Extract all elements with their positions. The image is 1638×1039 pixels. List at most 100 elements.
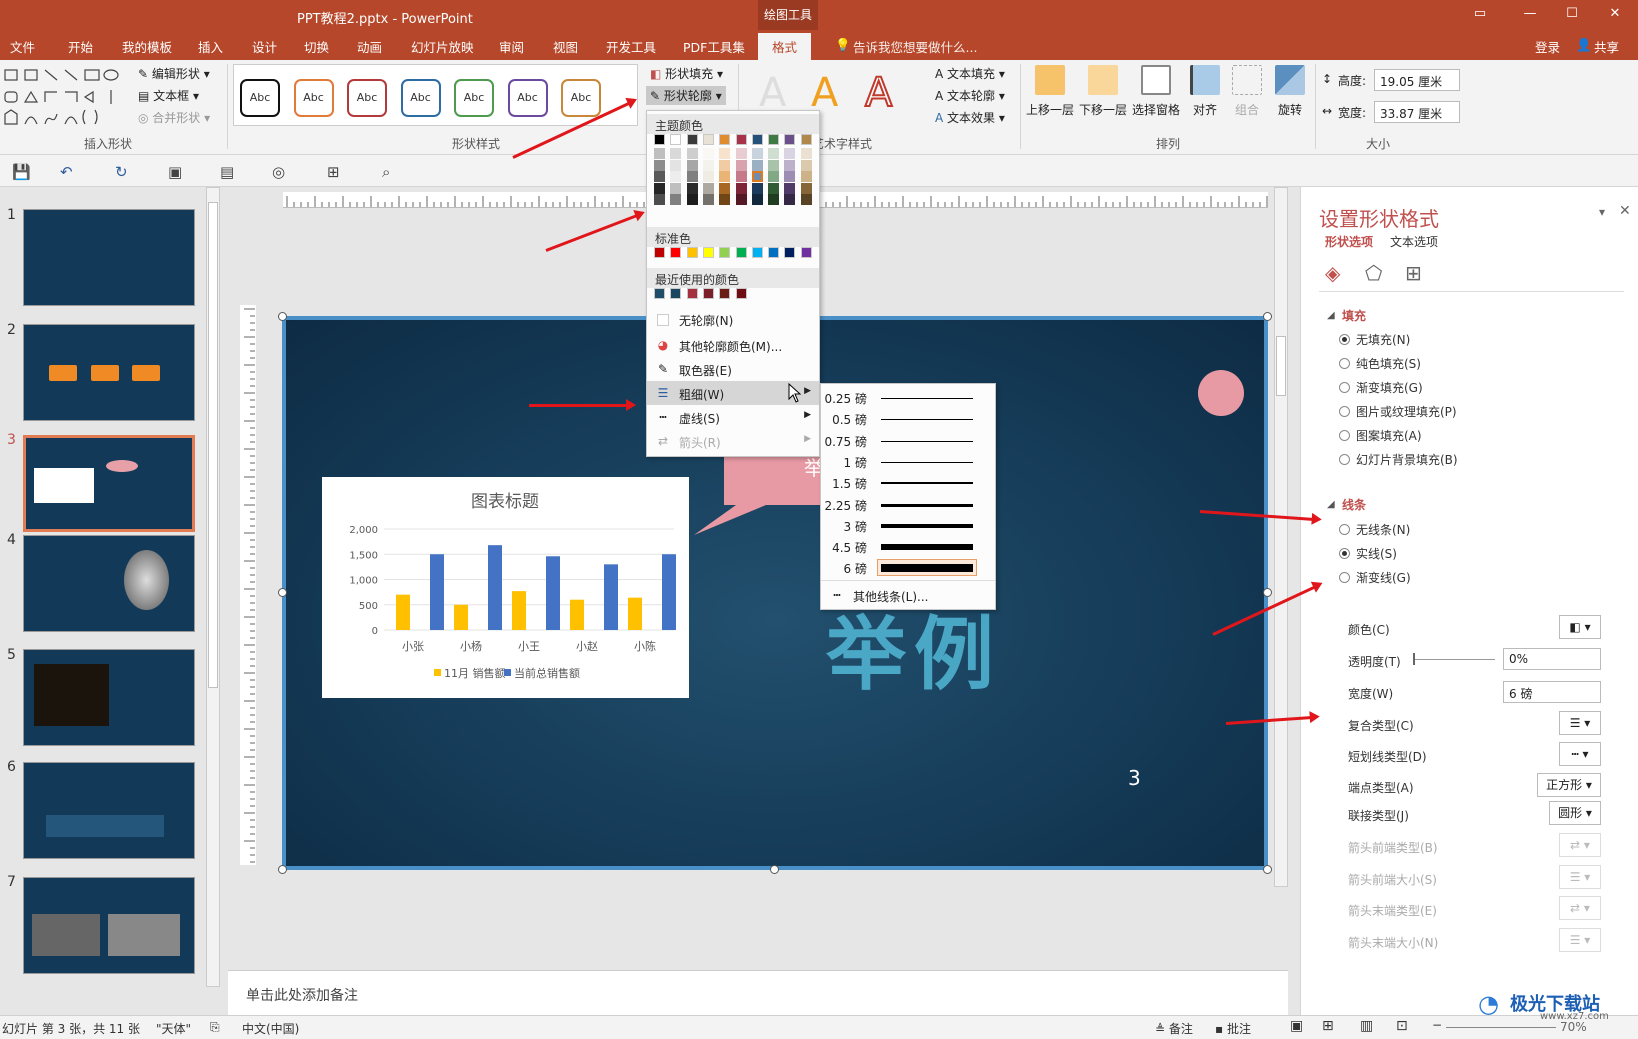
style-sample-box[interactable]: Abc (507, 79, 548, 117)
pane-options-icon[interactable]: ▾ (1599, 205, 1605, 219)
theme-color-swatch[interactable] (654, 171, 665, 182)
fill-line-icon[interactable]: ◈ (1325, 261, 1340, 285)
style-sample-box[interactable]: Abc (454, 79, 494, 117)
tab-file[interactable]: 文件 (10, 37, 35, 56)
more-lines-item[interactable]: ┅ 其他线条(L)... (821, 583, 993, 607)
theme-color-swatch[interactable] (800, 148, 812, 159)
theme-color-swatch[interactable] (670, 134, 682, 145)
ribbon-display-icon[interactable]: ▭ (1470, 6, 1490, 22)
theme-color-swatch[interactable] (654, 134, 665, 145)
resize-handle[interactable] (1263, 312, 1272, 321)
weight-option[interactable]: 0.75 磅 (821, 430, 995, 452)
resize-handle[interactable] (278, 865, 287, 874)
zoom-slider[interactable] (1446, 1027, 1556, 1028)
send-backward-button[interactable]: 下移一层 (1078, 65, 1128, 118)
resize-handle[interactable] (770, 865, 779, 874)
theme-color-swatch[interactable] (800, 182, 812, 194)
tab-transitions[interactable]: 切换 (304, 37, 329, 56)
line-collapse-icon[interactable]: ◢ (1327, 499, 1335, 510)
more-outline-colors-item[interactable]: ◕ 其他轮廓颜色(M)... (647, 333, 819, 357)
fill-option-radio[interactable]: 纯色填充(S) (1339, 355, 1421, 372)
standard-color-swatch[interactable] (768, 247, 780, 258)
theme-color-swatch[interactable] (768, 134, 780, 145)
weight-option[interactable]: 0.5 磅 (821, 408, 995, 430)
layout-icon[interactable]: ▤ (220, 163, 234, 181)
theme-color-swatch[interactable] (751, 134, 763, 145)
share-button[interactable]: 共享 (1594, 37, 1619, 56)
tab-insert[interactable]: 插入 (198, 37, 223, 56)
line-color-picker[interactable]: ◧ ▾ (1559, 615, 1601, 639)
standard-color-swatch[interactable] (670, 247, 682, 258)
start-show-icon[interactable]: ⊞ (327, 163, 340, 181)
line-header[interactable]: 线条 (1342, 496, 1366, 513)
slide-thumb-6[interactable] (23, 762, 195, 859)
theme-color-swatch[interactable] (768, 171, 780, 182)
theme-color-swatch[interactable] (686, 194, 698, 205)
editor-scrollbar[interactable] (1274, 187, 1288, 887)
recent-color-swatch[interactable] (735, 288, 747, 299)
tab-slideshow[interactable]: 幻灯片放映 (411, 37, 474, 56)
theme-color-swatch[interactable] (784, 159, 796, 171)
theme-color-swatch[interactable] (784, 148, 796, 159)
theme-color-swatch[interactable] (686, 171, 698, 182)
tab-design[interactable]: 设计 (252, 37, 277, 56)
standard-color-swatch[interactable] (686, 247, 698, 258)
compound-type-dropdown[interactable]: ☰ ▾ (1559, 711, 1601, 735)
bring-forward-button[interactable]: 上移一层 (1025, 65, 1075, 118)
theme-color-swatch[interactable] (735, 148, 747, 159)
language[interactable]: 中文(中国) (242, 1020, 299, 1037)
theme-color-swatch[interactable] (686, 159, 698, 171)
login-link[interactable]: 登录 (1535, 37, 1560, 56)
theme-color-swatch[interactable] (686, 182, 698, 194)
standard-color-swatch[interactable] (702, 247, 714, 258)
recent-color-swatch[interactable] (670, 288, 682, 299)
theme-color-swatch[interactable] (784, 171, 796, 182)
weight-option[interactable]: 0.25 磅 (821, 387, 995, 409)
join-type-dropdown[interactable]: 圆形 ▾ (1549, 801, 1601, 825)
wordart-style-red-outline[interactable]: A (864, 69, 893, 117)
text-effect-button[interactable]: A 文本效果 ▾ (935, 109, 1005, 126)
tab-pdf-tools[interactable]: PDF工具集 (683, 37, 745, 56)
theme-color-swatch[interactable] (768, 182, 780, 194)
weight-option[interactable]: 1.5 磅 (821, 472, 995, 494)
zoom-level[interactable]: 70% (1560, 1020, 1587, 1034)
line-option-radio[interactable]: 渐变线(G) (1339, 569, 1411, 586)
theme-color-swatch[interactable] (784, 134, 796, 145)
theme-color-swatch[interactable] (686, 148, 698, 159)
weight-option[interactable]: 1 磅 (821, 451, 995, 473)
tell-me-input[interactable]: 告诉我您想要做什么... (853, 37, 977, 56)
theme-color-swatch[interactable] (702, 134, 714, 145)
resize-handle[interactable] (278, 588, 287, 597)
fill-option-radio[interactable]: 无填充(N) (1339, 331, 1410, 348)
height-input[interactable]: 19.05 厘米 (1374, 69, 1460, 91)
theme-color-swatch[interactable] (719, 159, 731, 171)
theme-color-swatch[interactable] (751, 182, 763, 194)
theme-color-swatch[interactable] (670, 159, 682, 171)
tab-review[interactable]: 审阅 (499, 37, 524, 56)
minimize-button[interactable]: — (1520, 6, 1540, 22)
theme-color-swatch[interactable] (784, 194, 796, 205)
dash-type-dropdown[interactable]: ┅ ▾ (1559, 742, 1601, 766)
theme-color-swatch[interactable] (800, 171, 812, 182)
maximize-button[interactable]: ☐ (1562, 6, 1582, 22)
textbox-button[interactable]: ▤ 文本框 ▾ (138, 87, 199, 104)
fill-collapse-icon[interactable]: ◢ (1327, 310, 1335, 321)
weight-option[interactable]: 6 磅 (821, 557, 995, 579)
slide-thumb-7[interactable] (23, 877, 195, 974)
tab-view[interactable]: 视图 (553, 37, 578, 56)
theme-color-swatch[interactable] (670, 148, 682, 159)
tab-animations[interactable]: 动画 (357, 37, 382, 56)
notes-pane[interactable]: 单击此处添加备注 (228, 970, 1288, 1015)
editor-scrollbar-thumb[interactable] (1276, 336, 1286, 396)
theme-color-swatch[interactable] (719, 171, 731, 182)
recent-color-swatch[interactable] (719, 288, 731, 299)
close-button[interactable]: ✕ (1605, 6, 1625, 22)
eyedropper-item[interactable]: ✎ 取色器(E) (647, 357, 819, 381)
text-outline-button[interactable]: A 文本轮廓 ▾ (935, 87, 1005, 104)
dashes-item[interactable]: ┅ 虚线(S) ▶ (647, 405, 819, 429)
style-sample-box[interactable]: Abc (240, 79, 280, 117)
standard-color-swatch[interactable] (751, 247, 763, 258)
tab-developer[interactable]: 开发工具 (606, 37, 656, 56)
recent-color-swatch[interactable] (654, 288, 665, 299)
theme-color-swatch[interactable] (719, 194, 731, 205)
